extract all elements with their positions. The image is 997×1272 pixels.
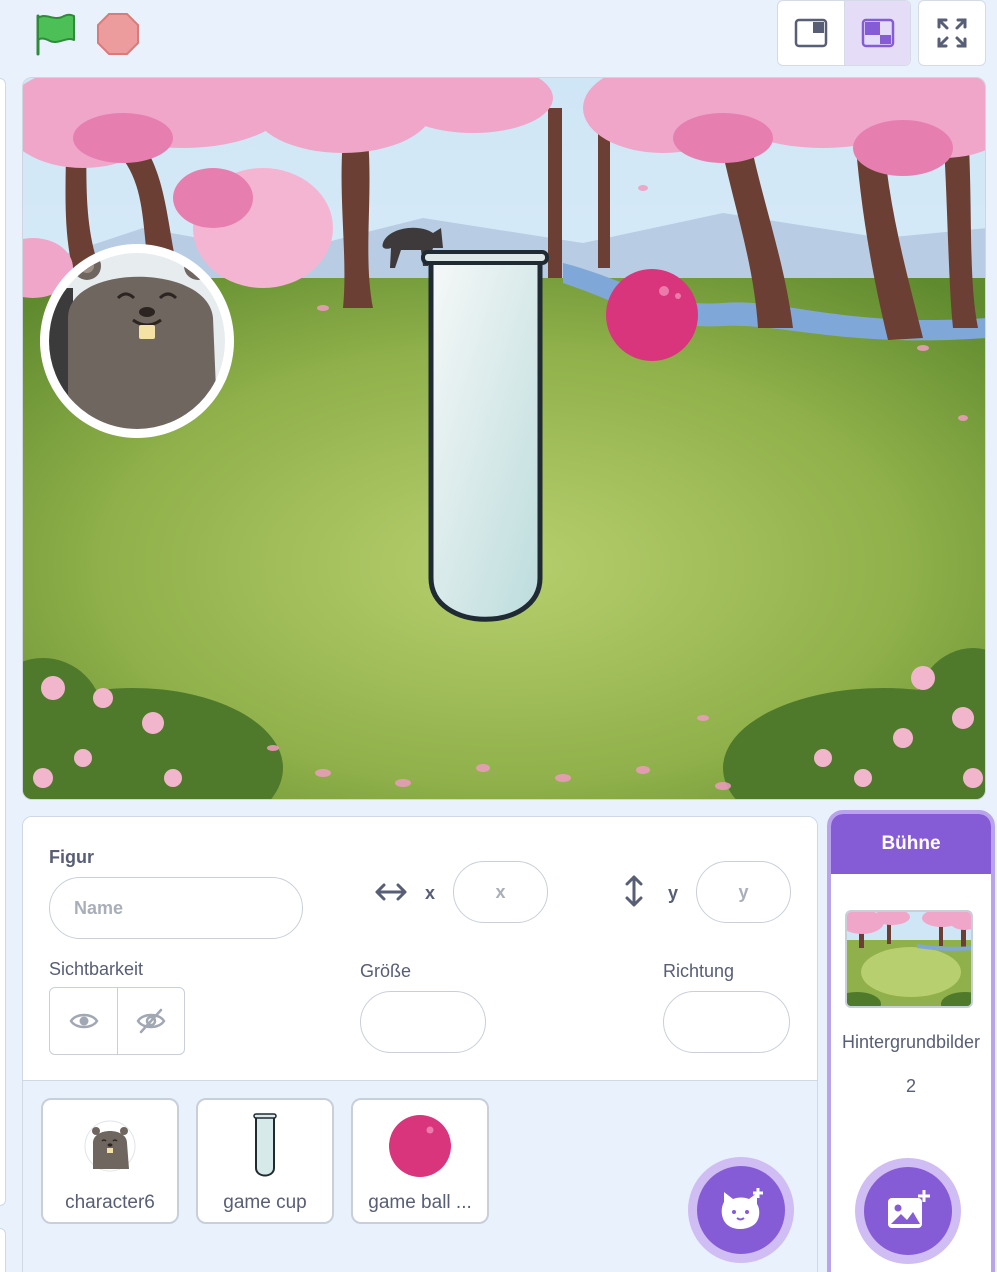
direction-input[interactable]	[663, 991, 790, 1053]
sprite-tile-name: character6	[65, 1192, 155, 1213]
small-stage-button[interactable]	[778, 1, 844, 65]
x-label: x	[425, 883, 436, 903]
stop-icon[interactable]	[96, 12, 140, 56]
stage-toolbar	[0, 0, 997, 72]
cat-plus-icon	[721, 1188, 763, 1229]
game-cup-sprite[interactable]	[421, 250, 549, 622]
vertical-arrows-icon	[625, 875, 643, 907]
x-position-input[interactable]	[453, 861, 548, 923]
sprite-tile-game-ball[interactable]: game ball ...	[351, 1098, 489, 1224]
beaver-icon	[43, 1108, 177, 1184]
sprite-tile-name: game ball ...	[368, 1192, 472, 1213]
sprite-tile-game-cup[interactable]: game cup	[196, 1098, 334, 1224]
stage[interactable]	[22, 77, 986, 800]
eye-slash-icon	[136, 1008, 166, 1034]
backdrops-count: 2	[905, 1076, 916, 1096]
character6-sprite[interactable]	[40, 244, 234, 438]
code-area-edge-lower	[0, 1228, 6, 1272]
sprite-tile-character6[interactable]: character6	[41, 1098, 179, 1224]
cup-icon	[198, 1108, 332, 1184]
backdrops-label: Hintergrundbilder	[841, 1032, 981, 1052]
sprite-label: Figur	[49, 847, 94, 867]
visibility-toggle	[49, 987, 185, 1055]
sprite-tile-name: game cup	[223, 1192, 307, 1213]
ball-icon	[353, 1108, 487, 1184]
eye-icon	[69, 1013, 98, 1029]
add-backdrop-button[interactable]	[855, 1158, 961, 1264]
horizontal-arrows-icon	[375, 883, 407, 901]
code-area-edge	[0, 78, 6, 1206]
hide-sprite-button[interactable]	[117, 988, 184, 1054]
stage-selector-title: Bühne	[831, 814, 991, 874]
normal-stage-button[interactable]	[844, 1, 910, 65]
backdrop-thumbnail[interactable]	[845, 910, 973, 1008]
sprite-info-panel: Figur x y Sichtbarkeit	[22, 816, 818, 1272]
sprite-name-input[interactable]	[49, 877, 303, 939]
stage-size-toggle	[777, 0, 911, 66]
y-position-input[interactable]	[696, 861, 791, 923]
sprite-properties: Figur x y Sichtbarkeit	[23, 817, 817, 1081]
y-label: y	[668, 883, 679, 903]
small-stage-icon	[794, 18, 828, 48]
normal-stage-icon	[861, 18, 894, 48]
size-label: Größe	[360, 961, 412, 981]
size-input[interactable]	[360, 991, 486, 1053]
green-flag-icon[interactable]	[30, 10, 78, 58]
fullscreen-button[interactable]	[918, 0, 986, 66]
stage-selector[interactable]: Bühne Hintergrundbilder 2	[827, 810, 995, 1272]
game-ball-sprite[interactable]	[606, 269, 698, 361]
image-plus-icon	[888, 1190, 930, 1228]
direction-label: Richtung	[663, 961, 735, 981]
fullscreen-icon	[937, 18, 967, 48]
visibility-label: Sichtbarkeit	[49, 959, 144, 979]
show-sprite-button[interactable]	[50, 988, 117, 1054]
add-sprite-button[interactable]	[688, 1157, 794, 1263]
stage-canvas	[23, 78, 985, 799]
